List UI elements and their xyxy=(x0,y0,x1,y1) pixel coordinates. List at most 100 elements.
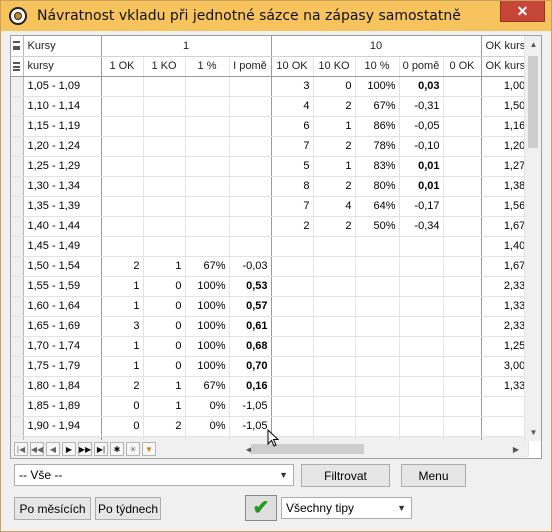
cell-10-ko[interactable] xyxy=(313,376,356,397)
row-indicator[interactable] xyxy=(11,196,24,217)
cell-10-ok[interactable] xyxy=(271,356,314,377)
cell-range[interactable]: 1,15 - 1,19 xyxy=(23,116,102,137)
cell-range[interactable]: 1,05 - 1,09 xyxy=(23,76,102,97)
col-header-1-ok[interactable]: 1 OK xyxy=(101,56,144,77)
cell-10-ko[interactable] xyxy=(313,276,356,297)
cell-ok-kurs[interactable]: 1,25 xyxy=(481,336,530,357)
cell-10-pct[interactable] xyxy=(355,356,400,377)
cell-10-ko[interactable]: 2 xyxy=(313,136,356,157)
cell-0-ok[interactable] xyxy=(443,116,482,137)
filter-select[interactable]: -- Vše -- ▼ xyxy=(14,464,294,486)
menu-button[interactable]: Menu xyxy=(401,464,466,487)
cell-1-ok[interactable] xyxy=(101,116,144,137)
cell-1-ratio[interactable] xyxy=(229,236,272,257)
filter-icon[interactable]: ▼ xyxy=(142,442,156,456)
table-row[interactable]: 1,65 - 1,69 3 0 100% 0,61 2,33 xyxy=(11,316,530,337)
row-indicator[interactable] xyxy=(11,116,24,137)
cell-0-ratio[interactable]: -0,10 xyxy=(399,136,444,157)
cell-0-ratio[interactable]: 0,01 xyxy=(399,156,444,177)
cell-10-ko[interactable] xyxy=(313,256,356,277)
cell-10-ko[interactable]: 2 xyxy=(313,216,356,237)
table-row[interactable]: 1,15 - 1,19 6 1 86% -0,05 1,16 xyxy=(11,116,530,137)
cell-range[interactable]: 1,10 - 1,14 xyxy=(23,96,102,117)
filter-button[interactable]: Filtrovat xyxy=(301,464,390,487)
cell-1-ok[interactable] xyxy=(101,236,144,257)
cell-ok-kurs[interactable]: 1,33 xyxy=(481,376,530,397)
cell-1-ko[interactable]: 0 xyxy=(143,316,186,337)
cell-1-ratio[interactable] xyxy=(229,196,272,217)
cell-1-ok[interactable] xyxy=(101,176,144,197)
cell-10-pct[interactable]: 83% xyxy=(355,156,400,177)
group-header-label[interactable]: Kursy xyxy=(23,36,102,57)
cell-1-ko[interactable]: 1 xyxy=(143,256,186,277)
cell-ok-kurs[interactable]: 1,00 xyxy=(481,76,530,97)
col-header-range[interactable]: kursy xyxy=(23,56,102,77)
cell-10-ok[interactable] xyxy=(271,276,314,297)
last-record-icon[interactable]: ▶| xyxy=(94,442,108,456)
cell-0-ok[interactable] xyxy=(443,416,482,437)
table-row[interactable]: 1,60 - 1,64 1 0 100% 0,57 1,33 xyxy=(11,296,530,317)
monthly-button[interactable]: Po měsících xyxy=(14,497,91,520)
cell-1-ko[interactable]: 2 xyxy=(143,416,186,437)
scroll-down-arrow-icon[interactable]: ▼ xyxy=(525,424,542,441)
cell-0-ok[interactable] xyxy=(443,336,482,357)
cell-10-pct[interactable] xyxy=(355,316,400,337)
row-indicator[interactable] xyxy=(11,216,24,237)
confirm-button[interactable]: ✔ xyxy=(245,495,277,521)
cell-1-ratio[interactable]: -0,03 xyxy=(229,256,272,277)
cell-ok-kurs[interactable]: 3,00 xyxy=(481,356,530,377)
cell-0-ok[interactable] xyxy=(443,316,482,337)
group-header-1[interactable]: 1 xyxy=(101,36,272,57)
cell-range[interactable]: 1,25 - 1,29 xyxy=(23,156,102,177)
table-row[interactable]: 1,30 - 1,34 8 2 80% 0,01 1,38 xyxy=(11,176,530,197)
cell-10-ko[interactable]: 4 xyxy=(313,196,356,217)
cell-1-ratio[interactable] xyxy=(229,216,272,237)
cell-1-ko[interactable] xyxy=(143,156,186,177)
cell-10-ko[interactable] xyxy=(313,236,356,257)
scroll-up-arrow-icon[interactable]: ▲ xyxy=(525,36,542,53)
cell-1-ko[interactable] xyxy=(143,136,186,157)
table-row[interactable]: 1,70 - 1,74 1 0 100% 0,68 1,25 xyxy=(11,336,530,357)
cell-ok-kurs[interactable] xyxy=(481,416,530,437)
cell-range[interactable]: 1,50 - 1,54 xyxy=(23,256,102,277)
cell-0-ok[interactable] xyxy=(443,196,482,217)
cell-10-pct[interactable]: 64% xyxy=(355,196,400,217)
cell-10-pct[interactable] xyxy=(355,236,400,257)
cell-1-pct[interactable]: 0% xyxy=(185,416,230,437)
row-indicator[interactable] xyxy=(11,276,24,297)
cell-ok-kurs[interactable]: 1,27 xyxy=(481,156,530,177)
cell-0-ratio[interactable] xyxy=(399,236,444,257)
cell-10-ok[interactable]: 7 xyxy=(271,136,314,157)
cell-0-ratio[interactable]: -0,34 xyxy=(399,216,444,237)
cell-0-ratio[interactable] xyxy=(399,276,444,297)
cell-10-pct[interactable]: 50% xyxy=(355,216,400,237)
cell-10-ok[interactable]: 7 xyxy=(271,196,314,217)
cell-1-ratio[interactable]: 0,16 xyxy=(229,376,272,397)
cell-1-pct[interactable]: 67% xyxy=(185,256,230,277)
cell-0-ratio[interactable] xyxy=(399,316,444,337)
cell-1-ko[interactable] xyxy=(143,236,186,257)
horizontal-scrollbar[interactable]: ◀ ▶ xyxy=(241,440,524,458)
cell-10-pct[interactable]: 80% xyxy=(355,176,400,197)
cell-10-pct[interactable] xyxy=(355,416,400,437)
cell-1-pct[interactable]: 100% xyxy=(185,276,230,297)
cell-1-ok[interactable] xyxy=(101,76,144,97)
col-header-0-ratio[interactable]: 0 pomě xyxy=(399,56,444,77)
table-row[interactable]: 1,10 - 1,14 4 2 67% -0,31 1,50 xyxy=(11,96,530,117)
cell-ok-kurs[interactable]: 1,33 xyxy=(481,296,530,317)
cell-1-ko[interactable]: 0 xyxy=(143,356,186,377)
cell-1-pct[interactable]: 100% xyxy=(185,336,230,357)
cell-1-pct[interactable] xyxy=(185,196,230,217)
cell-0-ratio[interactable] xyxy=(399,356,444,377)
close-button[interactable]: ✕ xyxy=(500,1,545,22)
cell-10-ko[interactable] xyxy=(313,396,356,417)
cell-0-ratio[interactable] xyxy=(399,296,444,317)
cell-10-ko[interactable]: 1 xyxy=(313,116,356,137)
insert-record-icon[interactable]: ✱ xyxy=(110,442,124,456)
cell-10-ok[interactable] xyxy=(271,316,314,337)
cell-0-ok[interactable] xyxy=(443,216,482,237)
row-indicator[interactable] xyxy=(11,176,24,197)
cell-1-pct[interactable]: 100% xyxy=(185,356,230,377)
cell-10-ko[interactable]: 2 xyxy=(313,176,356,197)
delete-record-icon[interactable]: ✳ xyxy=(126,442,140,456)
